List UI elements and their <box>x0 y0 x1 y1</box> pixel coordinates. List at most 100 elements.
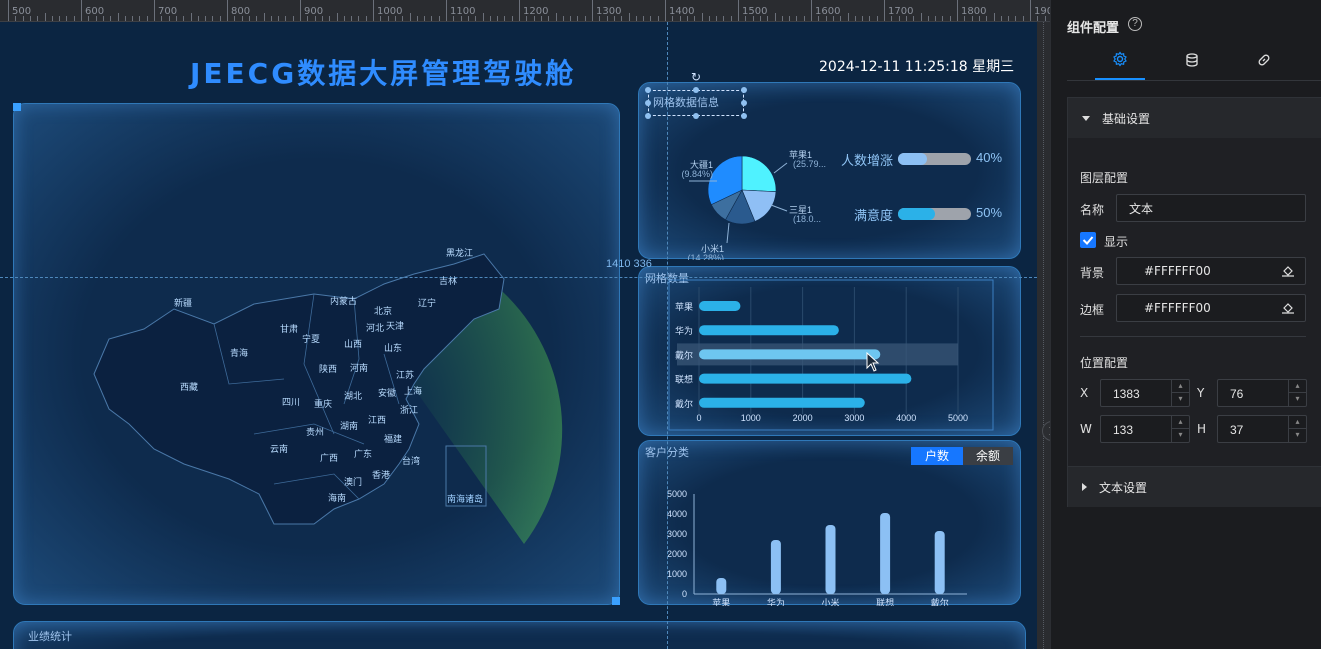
resize-handle[interactable] <box>693 87 699 93</box>
ruler-tick <box>635 16 637 21</box>
caret-down-icon <box>1082 115 1090 121</box>
basic-settings-header[interactable]: 基础设置 <box>1068 98 1321 138</box>
x-tick-label: 0 <box>696 413 701 423</box>
ruler-tick <box>321 16 323 21</box>
ruler-tick <box>650 16 652 21</box>
tab-settings[interactable] <box>1095 40 1145 80</box>
ruler-tick <box>643 16 645 21</box>
selected-element-frame[interactable] <box>645 87 747 119</box>
ruler-tick <box>767 16 769 21</box>
map-panel[interactable]: 黑龙江 吉林 辽宁 内蒙古 北京 天津 河北 新疆 甘肃 宁夏 山西 山东 青海 陕西 河南 江苏 上海 西藏 四川… <box>13 103 620 605</box>
south-sea-label: 南海诸岛 <box>447 494 484 504</box>
x-value: 1383 <box>1113 387 1140 401</box>
ruler-tick <box>300 0 301 21</box>
design-canvas[interactable]: JEECG数据大屏管理驾驶舱 2024-12-11 11:25:18 星期三 黑… <box>0 22 1037 649</box>
ruler-tick <box>351 16 353 21</box>
background-color-input[interactable]: #FFFFFF00 <box>1116 257 1306 285</box>
performance-panel[interactable]: 业绩统计 <box>13 621 1026 649</box>
ruler-tick <box>832 16 834 21</box>
ruler-tick <box>759 16 761 21</box>
resize-handle[interactable] <box>645 100 651 106</box>
ruler-tick <box>263 13 265 21</box>
paint-bucket-icon[interactable] <box>1281 301 1295 315</box>
province-label: 台湾 <box>402 456 421 466</box>
canvas-scrollbar[interactable] <box>1037 22 1050 649</box>
help-icon[interactable]: ? <box>1128 17 1142 31</box>
ruler-tick <box>438 16 440 21</box>
increment-icon[interactable]: ▴ <box>1172 380 1189 393</box>
config-panel-title: 组件配置 <box>1067 21 1120 36</box>
ruler-tick <box>402 16 404 21</box>
ruler-tick <box>227 0 228 21</box>
ruler-tick <box>175 16 177 21</box>
ruler-tick <box>570 16 572 21</box>
ruler-tick <box>898 16 900 21</box>
ruler-tick <box>124 16 126 21</box>
resize-handle[interactable] <box>741 100 747 106</box>
vertical-bar-chart: 0 1000 2000 3000 4000 5000 苹果 华为 小米 联想 戴尔 <box>667 489 967 606</box>
ruler-tick <box>752 16 754 21</box>
ruler-tick <box>37 16 39 21</box>
border-color-input[interactable]: #FFFFFF00 <box>1116 294 1306 322</box>
decrement-icon[interactable]: ▾ <box>1172 393 1189 406</box>
increment-icon[interactable]: ▴ <box>1289 416 1306 429</box>
ruler-tick <box>884 0 885 21</box>
customer-category-panel[interactable]: 客户分类 户数 余额 0 1000 2000 3000 4000 5000 苹果 华为 小米 联想… <box>638 440 1021 606</box>
resize-handle[interactable] <box>741 87 747 93</box>
grid-count-panel[interactable]: 网格数量 0 1000 2000 3000 4000 5000 苹果 华为 戴尔 联想 戴尔 <box>638 266 1021 436</box>
ruler-tick <box>161 16 163 21</box>
province-label: 贵州 <box>306 427 325 437</box>
tab-data[interactable] <box>1167 40 1217 80</box>
increment-icon[interactable]: ▴ <box>1289 380 1306 393</box>
rotate-icon[interactable]: ↻ <box>691 70 701 84</box>
ruler-tick <box>716 16 718 21</box>
tab-link[interactable] <box>1239 40 1289 80</box>
h-label: H <box>1197 422 1207 436</box>
height-input[interactable]: 37 ▴ ▾ <box>1217 415 1307 443</box>
ruler-tick <box>73 16 75 21</box>
w-label: W <box>1080 422 1092 436</box>
ruler-tick <box>1037 16 1039 21</box>
decrement-icon[interactable]: ▾ <box>1289 429 1306 442</box>
province-label: 云南 <box>270 444 289 454</box>
resize-handle[interactable] <box>741 113 747 119</box>
ruler-tick <box>197 16 199 21</box>
ruler-tick <box>847 13 849 21</box>
ruler-tick <box>270 16 272 21</box>
province-label: 海南 <box>328 493 347 503</box>
name-input[interactable]: 文本 <box>1116 194 1306 222</box>
text-settings-label: 文本设置 <box>1099 480 1148 495</box>
dashboard-datetime[interactable]: 2024-12-11 11:25:18 星期三 <box>819 56 1014 76</box>
ruler-tick <box>555 13 557 21</box>
show-checkbox[interactable] <box>1080 232 1096 248</box>
y-category-label: 戴尔 <box>675 349 693 360</box>
resize-handle[interactable] <box>645 113 651 119</box>
ruler-tick <box>88 16 90 21</box>
ruler-tick <box>723 16 725 21</box>
ruler-tick <box>665 0 666 21</box>
text-settings-header[interactable]: 文本设置 <box>1068 467 1321 507</box>
decrement-icon[interactable]: ▾ <box>1289 393 1306 406</box>
ruler-tick <box>102 16 104 21</box>
province-label: 新疆 <box>174 298 193 308</box>
ruler-tick <box>628 13 630 21</box>
metric-label: 满意度 <box>853 208 893 223</box>
ruler-tick <box>460 16 462 21</box>
y-input[interactable]: 76 ▴ ▾ <box>1217 379 1307 407</box>
paint-bucket-icon[interactable] <box>1281 264 1295 278</box>
decrement-icon[interactable]: ▾ <box>1172 429 1189 442</box>
link-icon <box>1258 54 1270 66</box>
ruler-tick <box>307 16 309 21</box>
x-input[interactable]: 1383 ▴ ▾ <box>1100 379 1190 407</box>
resize-handle[interactable] <box>645 87 651 93</box>
province-label: 内蒙古 <box>330 296 358 306</box>
increment-icon[interactable]: ▴ <box>1172 416 1189 429</box>
ruler-tick <box>22 16 24 21</box>
dashboard-title[interactable]: JEECG数据大屏管理驾驶舱 <box>190 52 576 92</box>
width-input[interactable]: 133 ▴ ▾ <box>1100 415 1190 443</box>
panel-corner <box>612 597 620 605</box>
resize-handle[interactable] <box>693 113 699 119</box>
ruler-tick <box>1008 16 1010 21</box>
ruler-tick <box>701 13 703 21</box>
config-tabs <box>1067 40 1321 81</box>
